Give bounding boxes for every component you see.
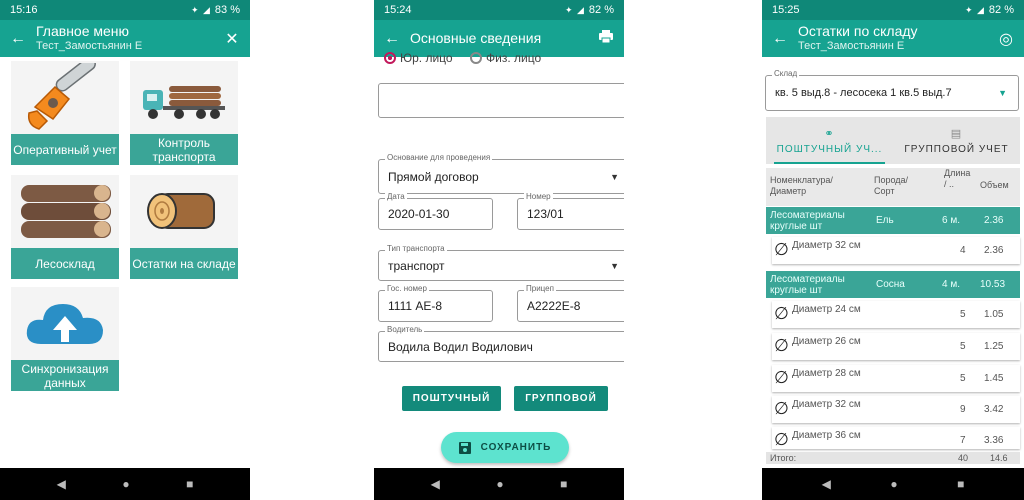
tile-label: Оперативный учет: [11, 134, 119, 165]
diameter-icon: ∅: [774, 240, 789, 259]
tile-label: Синхронизация данных: [11, 360, 119, 391]
page-title: Главное меню: [36, 23, 130, 39]
warehouse-select[interactable]: Склад кв. 5 выд.8 - лесосека 1 кв.5 выд.…: [765, 69, 1019, 111]
log-icon: [147, 192, 215, 229]
nav-recents-icon[interactable]: ■: [560, 477, 567, 491]
radio-label: Юр. лицо: [400, 51, 453, 65]
date-input[interactable]: Дата 2020-01-30: [378, 192, 493, 230]
group-accounting-button[interactable]: ГРУППОВОЙ: [514, 386, 608, 411]
radio-legal-entity[interactable]: Юр. лицо: [384, 51, 453, 65]
status-time: 15:25: [772, 4, 800, 16]
transport-type-select[interactable]: Тип транспорта транспорт ▼: [378, 244, 624, 281]
diameter-icon: ∅: [774, 430, 789, 449]
status-battery: 83 %: [214, 4, 240, 16]
tab-piece-accounting[interactable]: ⚭ ПОШТУЧНЫЙ УЧ...: [766, 117, 893, 164]
radio-individual[interactable]: Физ. лицо: [470, 51, 541, 65]
table-group-row[interactable]: Лесоматериалы круглые шт Ель 6 м. 2.36: [766, 207, 1020, 234]
dropdown-arrow-icon: ▼: [610, 260, 619, 271]
back-arrow-icon[interactable]: ←: [0, 30, 36, 48]
number-input[interactable]: Номер 123/01: [517, 192, 624, 230]
dropdown-arrow-icon: ▼: [610, 171, 619, 182]
log-pile-icon: [21, 184, 111, 238]
save-icon: [458, 441, 471, 454]
nav-back-icon[interactable]: ◀: [431, 477, 440, 491]
back-arrow-icon[interactable]: ←: [762, 30, 798, 48]
diameter-icon: ∅: [774, 399, 789, 418]
logs-icon: ⚭: [824, 127, 835, 140]
app-bar: ← Остатки по складу Тест_Замостьянин Е ◎: [762, 20, 1024, 57]
diameter-icon: ∅: [774, 336, 789, 355]
table-row[interactable]: ∅ Диаметр 36 см 7 3.36: [772, 427, 1020, 449]
print-icon[interactable]: [588, 29, 624, 48]
nav-home-icon[interactable]: ●: [496, 477, 503, 491]
nav-back-icon[interactable]: ◀: [822, 477, 831, 491]
status-bar: 15:25 ✦ ◢ 82 %: [762, 0, 1024, 20]
user-subtitle: Тест_Замостьянин Е: [798, 40, 905, 52]
status-time: 15:16: [10, 4, 38, 16]
page-title: Остатки по складу: [798, 23, 918, 39]
cloud-upload-icon: [26, 303, 103, 344]
tile-lumber-yard[interactable]: Лесосклад: [11, 175, 119, 279]
basis-select[interactable]: Основание для проведения Прямой договор …: [378, 153, 624, 194]
system-nav-bar: ◀ ● ■: [762, 468, 1024, 500]
dropdown-arrow-icon: ▼: [998, 88, 1007, 98]
status-time: 15:24: [384, 4, 412, 16]
tile-warehouse-stock[interactable]: Остатки на складе: [130, 175, 238, 279]
tile-data-sync[interactable]: Синхронизация данных: [11, 287, 119, 391]
screen-main-menu: 15:16 ✦ ◢ 83 % ← Главное меню Тест_Замос…: [0, 0, 250, 500]
screen-warehouse-stock: 15:25 ✦ ◢ 82 % ← Остатки по складу Тест_…: [762, 0, 1024, 500]
timber-truck-icon: [143, 85, 225, 119]
table-row[interactable]: ∅ Диаметр 24 см 5 1.05: [772, 301, 1020, 328]
nav-home-icon[interactable]: ●: [122, 477, 129, 491]
table-row[interactable]: ∅ Диаметр 32 см 9 3.42: [772, 396, 1020, 423]
signal-icon: ✦ ◢: [564, 4, 585, 15]
save-button[interactable]: СОХРАНИТЬ: [441, 432, 569, 463]
status-battery: 82 %: [588, 4, 614, 16]
page-title: Основные сведения: [410, 30, 542, 46]
back-arrow-icon[interactable]: ←: [374, 30, 410, 48]
nav-recents-icon[interactable]: ■: [186, 477, 193, 491]
location-target-icon[interactable]: ◎: [988, 29, 1024, 49]
tile-transport-control[interactable]: Контроль транспорта: [130, 61, 238, 165]
piece-accounting-button[interactable]: ПОШТУЧНЫЙ: [402, 386, 501, 411]
tab-group-accounting[interactable]: ▤ ГРУППОВОЙ УЧЕТ: [893, 117, 1020, 164]
table-total-row: Итого: 40 14.6: [766, 452, 1020, 464]
screen-basic-info: 15:24 ✦ ◢ 82 % ← Основные сведения Юр. л…: [374, 0, 624, 500]
status-bar: 15:24 ✦ ◢ 82 %: [374, 0, 624, 20]
table-row[interactable]: ∅ Диаметр 32 см 4 2.36: [772, 237, 1020, 264]
nav-recents-icon[interactable]: ■: [957, 477, 964, 491]
text-input-empty[interactable]: [378, 83, 624, 118]
signal-icon: ✦ ◢: [964, 4, 985, 15]
driver-input[interactable]: Водитель Водила Водил Водилович: [378, 325, 624, 362]
plate-number-input[interactable]: Гос. номер 1111 АЕ-8: [378, 284, 493, 322]
diameter-icon: ∅: [774, 368, 789, 387]
radio-label: Физ. лицо: [486, 51, 542, 65]
tile-label: Лесосклад: [11, 248, 119, 279]
close-icon[interactable]: ✕: [214, 29, 250, 49]
trailer-input[interactable]: Прицеп А2222Е-8: [517, 284, 624, 322]
log-stack-icon: ▤: [950, 127, 963, 140]
system-nav-bar: ◀ ● ■: [374, 468, 624, 500]
table-row[interactable]: ∅ Диаметр 28 см 5 1.45: [772, 365, 1020, 392]
user-subtitle: Тест_Замостьянин Е: [36, 40, 143, 52]
signal-icon: ✦ ◢: [190, 4, 211, 15]
nav-home-icon[interactable]: ●: [890, 477, 897, 491]
app-bar: ← Главное меню Тест_Замостьянин Е ✕: [0, 20, 250, 57]
radio-checked-icon: [384, 52, 396, 64]
tile-label: Остатки на складе: [130, 248, 238, 279]
status-battery: 82 %: [988, 4, 1014, 16]
accounting-tabs: ⚭ ПОШТУЧНЫЙ УЧ... ▤ ГРУППОВОЙ УЧЕТ: [766, 117, 1020, 164]
status-bar: 15:16 ✦ ◢ 83 %: [0, 0, 250, 20]
save-button-label: СОХРАНИТЬ: [480, 442, 552, 453]
table-row[interactable]: ∅ Диаметр 26 см 5 1.25: [772, 333, 1020, 360]
table-group-row[interactable]: Лесоматериалы круглые шт Сосна 4 м. 10.5…: [766, 271, 1020, 298]
radio-unchecked-icon: [470, 52, 482, 64]
table-header: Номенклатура/ Диаметр Порода/ Сорт Длина…: [766, 168, 1020, 206]
diameter-icon: ∅: [774, 304, 789, 323]
system-nav-bar: ◀ ● ■: [0, 468, 250, 500]
nav-back-icon[interactable]: ◀: [57, 477, 66, 491]
chainsaw-icon: [27, 62, 96, 130]
tile-label: Контроль транспорта: [130, 134, 238, 165]
tile-operational-accounting[interactable]: Оперативный учет: [11, 61, 119, 165]
